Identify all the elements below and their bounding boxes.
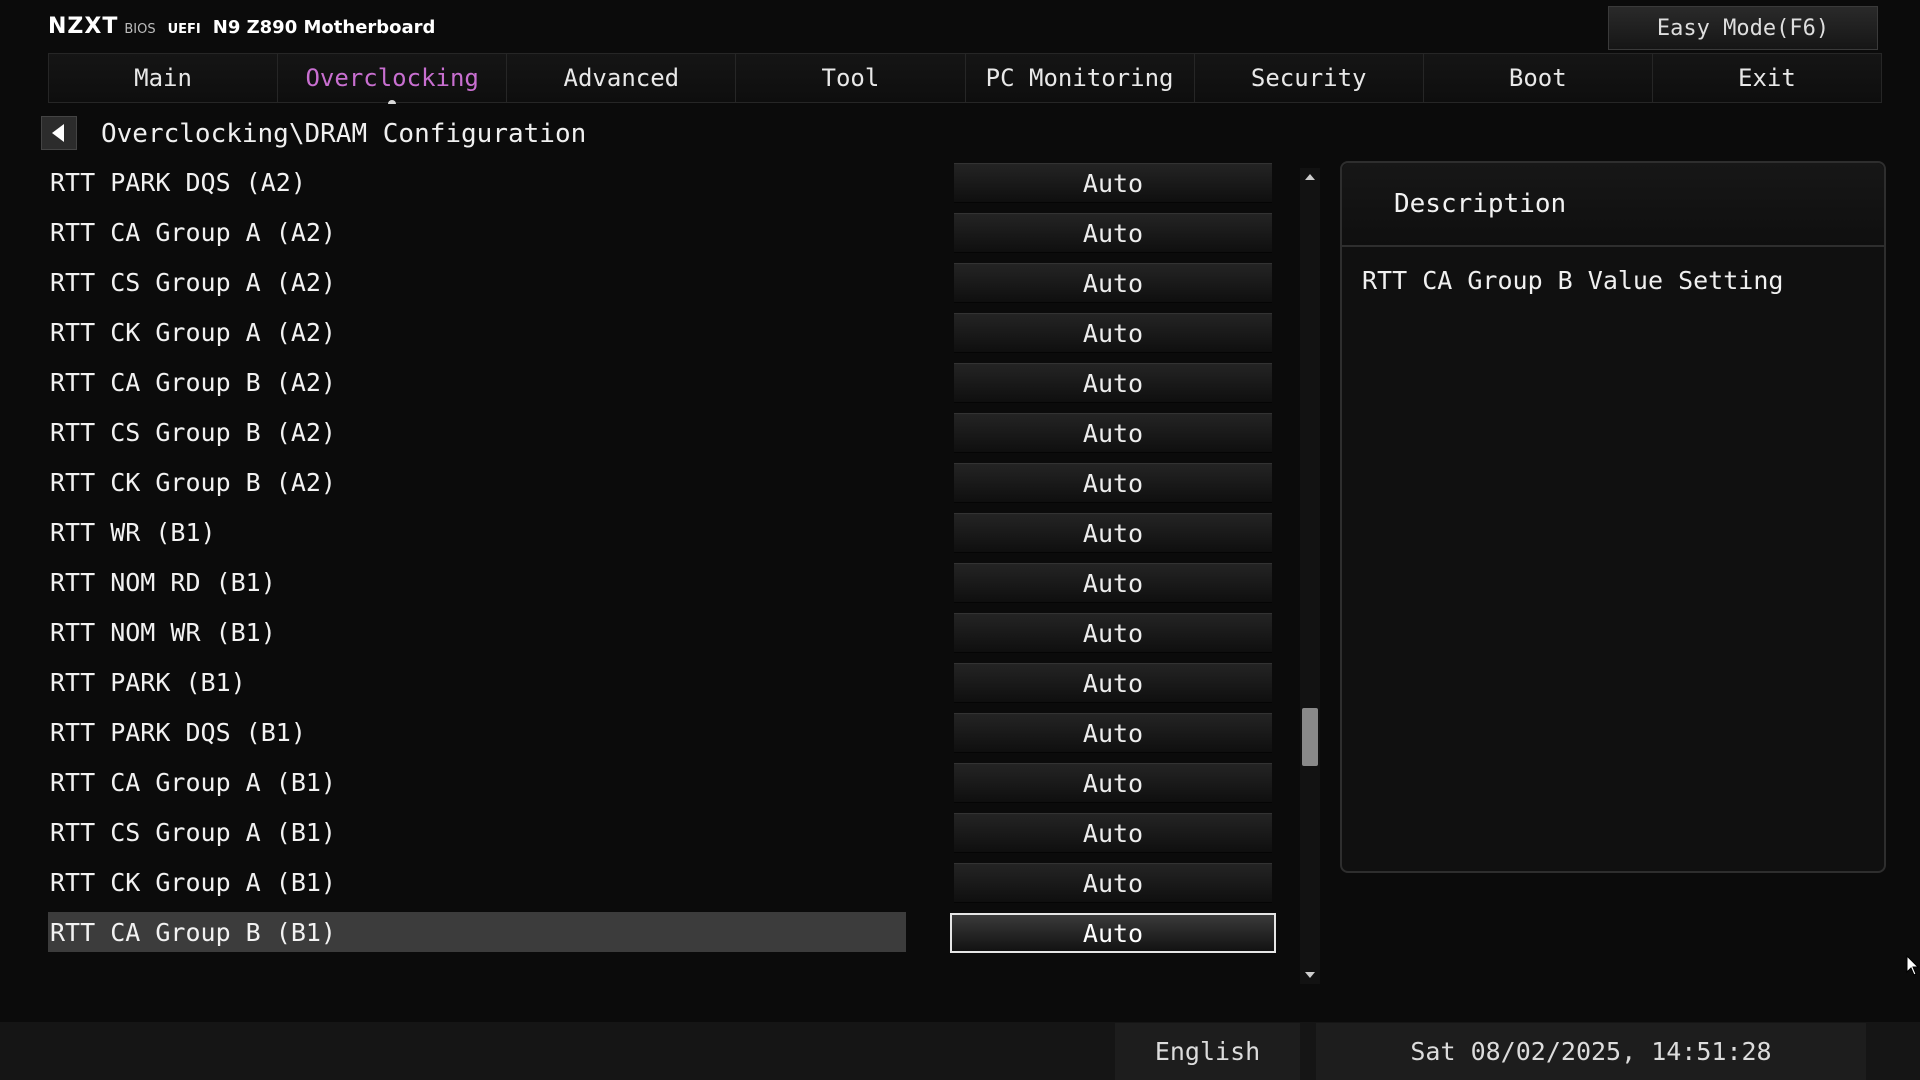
- tab-label: Main: [134, 64, 192, 92]
- setting-row[interactable]: RTT PARK DQS (A2) Auto: [48, 160, 1278, 210]
- tab-overclocking[interactable]: Overclocking: [278, 54, 508, 104]
- setting-value-button[interactable]: Auto: [954, 263, 1272, 303]
- tab-label: Security: [1250, 64, 1367, 92]
- setting-row-selected[interactable]: RTT CA Group B (B1) Auto: [48, 910, 1278, 960]
- setting-value-button[interactable]: Auto: [954, 363, 1272, 403]
- setting-row[interactable]: RTT CK Group A (A2) Auto: [48, 310, 1278, 360]
- setting-value-button[interactable]: Auto: [954, 613, 1272, 653]
- tab-main[interactable]: Main: [49, 54, 279, 102]
- setting-row[interactable]: RTT PARK DQS (B1) Auto: [48, 710, 1278, 760]
- setting-value-button[interactable]: Auto: [954, 213, 1272, 253]
- easy-mode-button[interactable]: Easy Mode(F6): [1608, 6, 1878, 50]
- setting-label: RTT CA Group B (B1): [50, 918, 336, 947]
- tab-advanced[interactable]: Advanced: [507, 54, 737, 102]
- tab-label: Boot: [1508, 64, 1567, 92]
- setting-label: RTT CA Group B (A2): [50, 368, 336, 397]
- setting-label: RTT PARK DQS (A2): [50, 168, 306, 197]
- setting-value-button[interactable]: Auto: [954, 163, 1272, 203]
- setting-label: RTT NOM WR (B1): [50, 618, 276, 647]
- setting-value-button[interactable]: Auto: [954, 813, 1272, 853]
- tab-boot[interactable]: Boot: [1423, 54, 1653, 102]
- setting-row[interactable]: RTT PARK (B1) Auto: [48, 660, 1278, 710]
- scroll-thumb[interactable]: [1302, 708, 1318, 767]
- setting-row[interactable]: RTT NOM RD (B1) Auto: [48, 560, 1278, 610]
- tab-tool[interactable]: Tool: [736, 54, 966, 102]
- setting-label: RTT CS Group B (A2): [50, 418, 336, 447]
- scroll-up-arrow-icon[interactable]: [1305, 174, 1315, 180]
- setting-row[interactable]: RTT CA Group B (A2) Auto: [48, 360, 1278, 410]
- setting-row[interactable]: RTT CS Group A (B1) Auto: [48, 810, 1278, 860]
- tab-exit[interactable]: Exit: [1652, 54, 1881, 102]
- language-selector[interactable]: English: [1115, 1023, 1300, 1080]
- settings-list: RTT PARK DQS (A2) Auto RTT CA Group A (A2…: [48, 160, 1278, 960]
- setting-label: RTT CK Group A (B1): [50, 868, 336, 897]
- setting-value-button[interactable]: Auto: [950, 913, 1276, 953]
- brand-header: NZXT BIOS UEFI N9 Z890 Motherboard: [48, 14, 435, 40]
- setting-value-button[interactable]: Auto: [954, 563, 1272, 603]
- setting-label: RTT CK Group B (A2): [50, 468, 336, 497]
- setting-value-button[interactable]: Auto: [954, 863, 1272, 903]
- setting-row[interactable]: RTT CA Group A (A2) Auto: [48, 210, 1278, 260]
- setting-label: RTT NOM RD (B1): [50, 568, 276, 597]
- tab-label: PC Monitoring: [985, 64, 1174, 92]
- setting-row[interactable]: RTT NOM WR (B1) Auto: [48, 610, 1278, 660]
- active-tab-indicator: [388, 100, 397, 104]
- back-arrow-icon: [52, 124, 64, 142]
- setting-row[interactable]: RTT CS Group A (A2) Auto: [48, 260, 1278, 310]
- setting-value-button[interactable]: Auto: [954, 663, 1272, 703]
- date-time-display[interactable]: Sat 08/02/2025, 14:51:28: [1316, 1023, 1866, 1080]
- setting-value-button[interactable]: Auto: [954, 413, 1272, 453]
- tab-label: Tool: [821, 64, 880, 92]
- uefi-label: UEFI: [167, 22, 201, 37]
- nzxt-logo: NZXT: [48, 14, 119, 39]
- tab-label: Advanced: [563, 64, 680, 92]
- tab-label: Exit: [1738, 64, 1796, 92]
- setting-label: RTT CA Group A (B1): [50, 768, 336, 797]
- back-button[interactable]: [41, 116, 77, 150]
- main-tab-bar: Main Overclocking Advanced Tool PC Monit…: [48, 53, 1882, 104]
- setting-row[interactable]: RTT WR (B1) Auto: [48, 510, 1278, 560]
- setting-value-button[interactable]: Auto: [954, 513, 1272, 553]
- setting-label: RTT CS Group A (B1): [50, 818, 336, 847]
- scroll-down-arrow-icon[interactable]: [1305, 972, 1315, 978]
- list-scrollbar[interactable]: [1300, 168, 1320, 984]
- setting-label: RTT PARK (B1): [50, 668, 246, 697]
- setting-label: RTT CS Group A (A2): [50, 268, 336, 297]
- setting-row[interactable]: RTT CK Group A (B1) Auto: [48, 860, 1278, 910]
- setting-label: RTT WR (B1): [50, 518, 216, 547]
- mouse-cursor-icon: [1906, 955, 1920, 976]
- setting-row[interactable]: RTT CK Group B (A2) Auto: [48, 460, 1278, 510]
- setting-row[interactable]: RTT CA Group A (B1) Auto: [48, 760, 1278, 810]
- description-panel: Description RTT CA Group B Value Setting: [1340, 161, 1886, 873]
- description-title: Description: [1342, 163, 1884, 247]
- setting-value-button[interactable]: Auto: [954, 313, 1272, 353]
- setting-row[interactable]: RTT CS Group B (A2) Auto: [48, 410, 1278, 460]
- description-text: RTT CA Group B Value Setting: [1362, 266, 1784, 295]
- setting-label: RTT PARK DQS (B1): [50, 718, 306, 747]
- tab-security[interactable]: Security: [1194, 54, 1424, 102]
- setting-label: RTT CK Group A (A2): [50, 318, 336, 347]
- tab-label: Overclocking: [305, 64, 479, 92]
- setting-value-button[interactable]: Auto: [954, 713, 1272, 753]
- setting-value-button[interactable]: Auto: [954, 763, 1272, 803]
- setting-value-button[interactable]: Auto: [954, 463, 1272, 503]
- bios-label: BIOS: [124, 22, 156, 37]
- tab-pc-monitoring[interactable]: PC Monitoring: [965, 54, 1195, 102]
- breadcrumb: Overclocking\DRAM Configuration: [101, 119, 587, 149]
- motherboard-model: N9 Z890 Motherboard: [212, 17, 436, 38]
- setting-label: RTT CA Group A (A2): [50, 218, 336, 247]
- bios-window: NZXT BIOS UEFI N9 Z890 Motherboard Easy …: [0, 0, 1920, 1080]
